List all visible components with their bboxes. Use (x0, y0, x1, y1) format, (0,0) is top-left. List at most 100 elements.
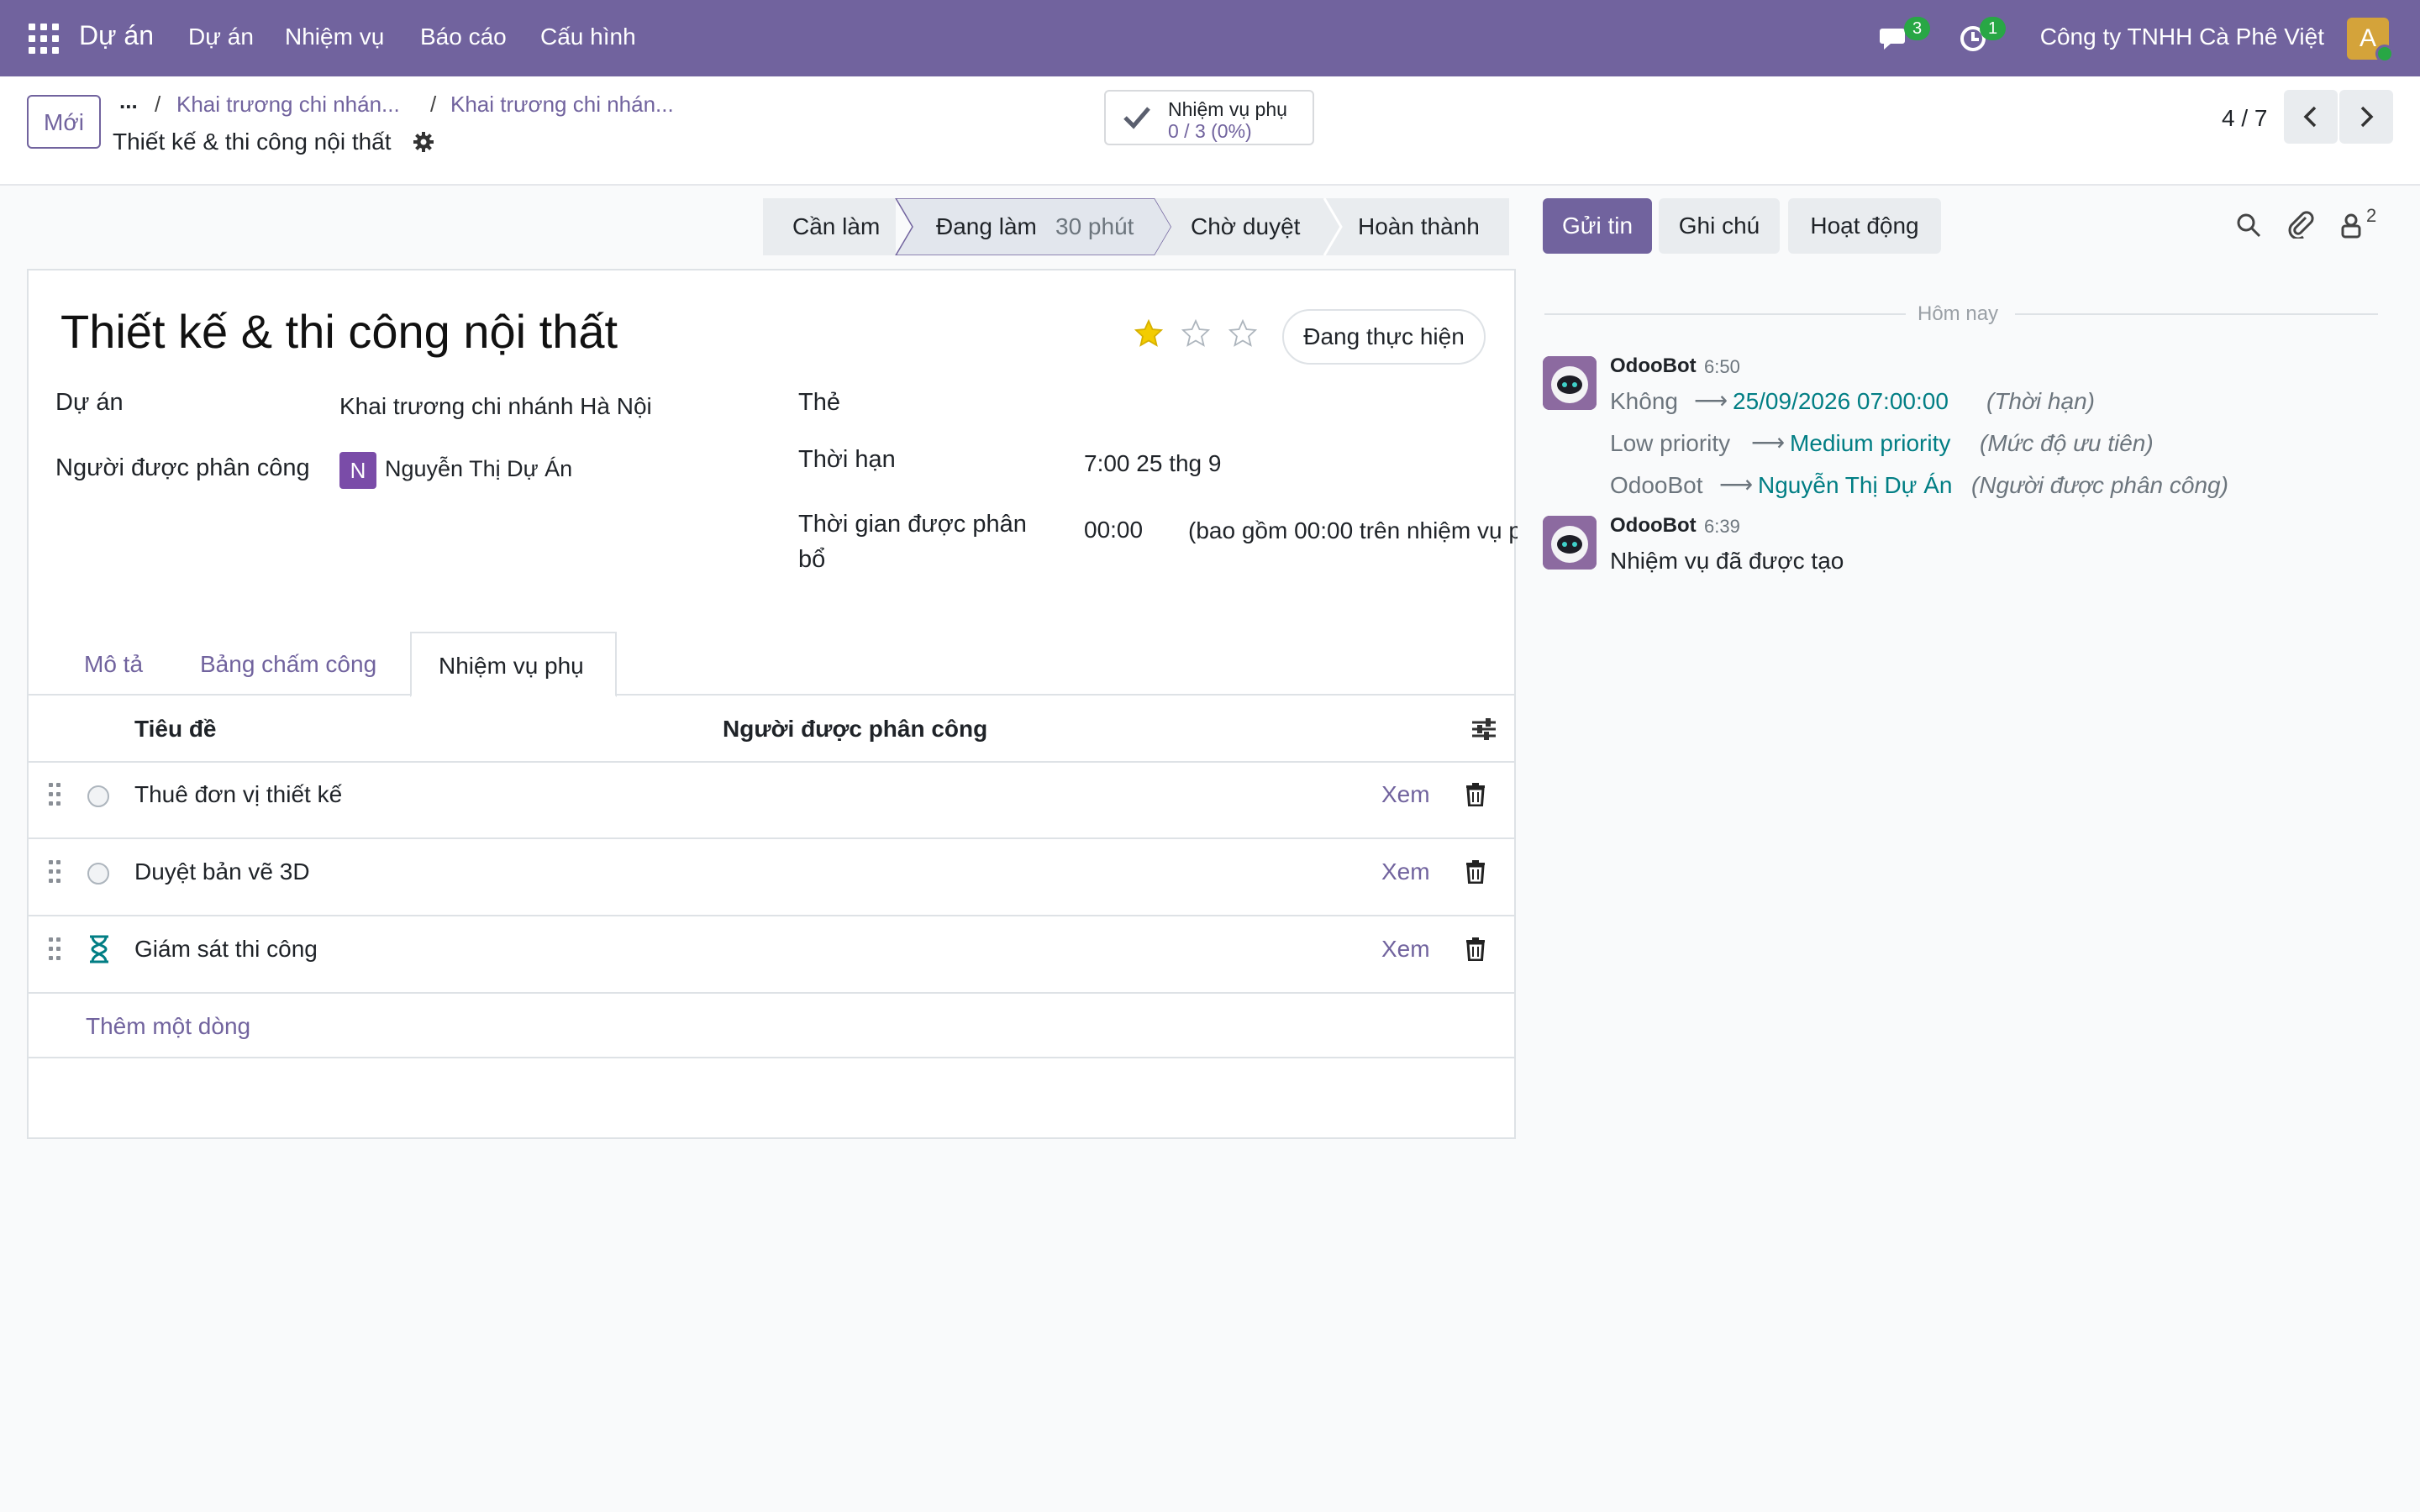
send-message-button[interactable]: Gửi tin (1543, 198, 1652, 254)
arrow-right-icon: ⟶ (1751, 429, 1786, 455)
breadcrumb-separator: / (430, 92, 437, 117)
column-title-header[interactable]: Tiêu đề (134, 716, 217, 743)
search-icon[interactable] (2235, 212, 2262, 239)
allocated-time-value[interactable]: 00:00 (1084, 517, 1143, 543)
task-title[interactable]: Thiết kế & thi công nội thất (60, 304, 618, 359)
menu-configuration[interactable]: Cấu hình (540, 24, 636, 50)
log-note-button[interactable]: Ghi chú (1659, 198, 1780, 254)
record-title: Thiết kế & thi công nội thất (113, 129, 392, 155)
table-footer-border (27, 1057, 1516, 1058)
pager-next-button[interactable] (2339, 90, 2393, 144)
checkmark-icon (1123, 107, 1150, 129)
message-author[interactable]: OdooBot (1610, 514, 1697, 538)
tracking-field-name: (Mức độ ưu tiên) (1980, 430, 2154, 456)
menu-tasks[interactable]: Nhiệm vụ (285, 24, 384, 50)
column-assignee-header[interactable]: Người được phân công (723, 716, 987, 743)
menu-projects[interactable]: Dự án (188, 24, 254, 50)
subtasks-progress: 0 / 3 (0%) (1168, 120, 1252, 142)
tracking-new-value: Medium priority (1790, 430, 1951, 456)
tags-label: Thẻ (798, 389, 840, 416)
project-value[interactable]: Khai trương chi nhánh Hà Nội (339, 393, 652, 420)
paperclip-icon[interactable] (2287, 210, 2314, 239)
messages-count-badge: 3 (1904, 17, 1931, 40)
new-button[interactable]: Mới (27, 95, 101, 149)
gear-icon[interactable] (412, 130, 435, 154)
subtasks-label: Nhiệm vụ phụ (1168, 98, 1287, 120)
tracking-old-value: OdooBot (1610, 472, 1703, 498)
table-row-border (27, 915, 1516, 916)
drag-handle-icon[interactable] (49, 937, 60, 961)
stage-done[interactable]: Hoàn thành (1358, 198, 1480, 255)
control-panel: Mới ... / Khai trương chi nhán... / Khai… (0, 76, 2420, 186)
message-time: 6:50 (1704, 356, 1740, 377)
subtask-status-radio[interactable] (87, 863, 109, 885)
breadcrumb-project[interactable]: Khai trương chi nhán... (176, 92, 400, 118)
star-empty-icon[interactable] (1228, 319, 1257, 348)
tracking-new-value: 25/09/2026 07:00:00 (1733, 388, 1949, 414)
task-state-button[interactable]: Đang thực hiện (1282, 309, 1486, 365)
stage-todo[interactable]: Cần làm (792, 198, 880, 255)
star-filled-icon[interactable] (1134, 319, 1163, 348)
tab-subtasks[interactable]: Nhiệm vụ phụ (410, 632, 617, 697)
activities-count-badge: 1 (1980, 17, 2007, 40)
menu-reports[interactable]: Báo cáo (420, 24, 507, 50)
subtask-status-radio[interactable] (87, 785, 109, 807)
subtask-view-link[interactable]: Xem (1381, 936, 1430, 963)
breadcrumb-parent-task[interactable]: Khai trương chi nhán... (450, 92, 674, 118)
company-switcher[interactable]: Công ty TNHH Cà Phê Việt (2040, 24, 2324, 50)
subtask-view-link[interactable]: Xem (1381, 858, 1430, 885)
assignee-name[interactable]: Nguyễn Thị Dự Án (385, 456, 572, 482)
activities-button[interactable]: Hoạt động (1788, 198, 1941, 254)
odoobot-avatar[interactable] (1543, 516, 1597, 570)
online-status-dot (2375, 45, 2394, 63)
robot-icon (1543, 356, 1597, 410)
robot-icon (1543, 516, 1597, 570)
deadline-value[interactable]: 7:00 25 thg 9 (1084, 450, 1221, 477)
tags-field[interactable] (1084, 383, 1487, 420)
table-row-border (27, 837, 1516, 839)
stage-in-progress-time: 30 phút (1055, 213, 1134, 239)
table-header-border (27, 761, 1516, 763)
assignee-label: Người được phân công (55, 454, 310, 481)
subtask-view-link[interactable]: Xem (1381, 781, 1430, 808)
message-time: 6:39 (1704, 516, 1740, 537)
allocated-time-label: Thời gian được phân (798, 511, 1027, 538)
message-author[interactable]: OdooBot (1610, 354, 1697, 378)
drag-handle-icon[interactable] (49, 783, 60, 806)
chevron-left-icon (2303, 106, 2317, 128)
followers-count: 2 (2366, 205, 2377, 226)
drag-handle-icon[interactable] (49, 860, 60, 884)
subtasks-smart-button[interactable]: Nhiệm vụ phụ 0 / 3 (0%) (1104, 90, 1314, 145)
table-row-border (27, 992, 1516, 994)
breadcrumb-more[interactable]: ... (119, 88, 138, 114)
allocated-time-label-line2: bổ (798, 546, 826, 573)
trash-icon[interactable] (1465, 937, 1486, 961)
star-empty-icon[interactable] (1181, 319, 1210, 348)
project-label: Dự án (55, 389, 124, 416)
tab-timesheets[interactable]: Bảng chấm công (200, 632, 376, 697)
chevron-right-icon (2360, 106, 2374, 128)
tab-description[interactable]: Mô tả (84, 632, 143, 697)
app-grid-icon[interactable] (29, 24, 59, 54)
subtask-title[interactable]: Giám sát thi công (134, 936, 318, 963)
pager-previous-button[interactable] (2284, 90, 2338, 144)
subtask-title[interactable]: Duyệt bản vẽ 3D (134, 858, 310, 885)
tracking-old-value: Không (1610, 388, 1678, 414)
tracking-field-name: (Người được phân công) (1971, 472, 2228, 498)
assignee-avatar: N (339, 452, 376, 489)
add-line-link[interactable]: Thêm một dòng (86, 1013, 250, 1040)
pager-value[interactable]: 4 / 7 (2222, 105, 2267, 132)
followers-icon[interactable] (2339, 212, 2363, 239)
message-body: Nhiệm vụ đã được tạo (1610, 548, 1844, 574)
trash-icon[interactable] (1465, 783, 1486, 806)
deadline-label: Thời hạn (798, 446, 896, 473)
hourglass-icon[interactable] (87, 935, 111, 963)
subtask-title[interactable]: Thuê đơn vị thiết kế (134, 781, 342, 808)
stage-in-progress[interactable]: Đang làm (936, 198, 1037, 255)
column-settings-icon[interactable] (1470, 717, 1497, 741)
trash-icon[interactable] (1465, 860, 1486, 884)
odoobot-avatar[interactable] (1543, 356, 1597, 410)
stage-pending-approval[interactable]: Chờ duyệt (1191, 198, 1300, 255)
tracking-field-name: (Thời hạn) (1986, 388, 2095, 414)
app-brand[interactable]: Dự án (79, 20, 154, 51)
